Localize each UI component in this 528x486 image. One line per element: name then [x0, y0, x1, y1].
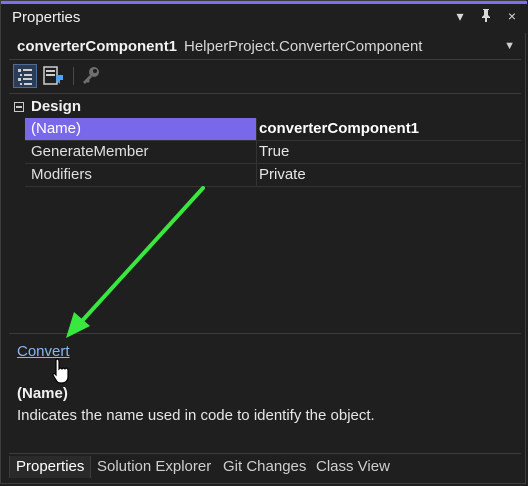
window-title: Properties: [12, 9, 81, 26]
tool-window-tabs: Properties Solution Explorer Git Changes…: [9, 453, 521, 480]
hand-cursor-icon: [52, 358, 69, 384]
title-bar: Properties ▾ ×: [1, 1, 527, 33]
close-icon[interactable]: ×: [505, 8, 519, 25]
description-text: Indicates the name used in code to ident…: [17, 407, 375, 424]
property-value[interactable]: converterComponent1: [259, 118, 521, 140]
column-divider: [256, 118, 257, 140]
column-divider: [256, 164, 257, 186]
pin-icon[interactable]: [479, 8, 493, 25]
properties-panel: Properties ▾ × converterComponent1 Helpe…: [0, 0, 527, 484]
properties-toolbar: [9, 61, 521, 91]
property-grid: Design (Name) converterComponent1 Genera…: [9, 93, 521, 334]
category-label: Design: [31, 98, 82, 115]
object-selector[interactable]: converterComponent1 HelperProject.Conver…: [9, 35, 521, 60]
column-divider: [256, 141, 257, 163]
property-value[interactable]: True: [259, 141, 521, 163]
property-name: Modifiers: [31, 166, 92, 183]
tab-class-view[interactable]: Class View: [316, 456, 390, 478]
category-design[interactable]: Design: [9, 96, 521, 118]
toolbar-separator: [73, 67, 74, 85]
collapse-icon[interactable]: [14, 102, 24, 112]
categorized-icon[interactable]: [13, 64, 37, 88]
tab-git-changes[interactable]: Git Changes: [223, 456, 306, 478]
tab-properties[interactable]: Properties: [9, 456, 92, 478]
object-type: HelperProject.ConverterComponent: [184, 38, 423, 55]
property-row-name[interactable]: (Name) converterComponent1: [25, 118, 521, 141]
property-pages-icon[interactable]: [79, 64, 103, 88]
splitter[interactable]: [9, 333, 521, 334]
object-name: converterComponent1: [17, 38, 178, 55]
property-name: GenerateMember: [31, 143, 149, 160]
property-name: (Name): [25, 118, 256, 140]
description-title: (Name): [17, 385, 68, 402]
property-row-modifiers[interactable]: Modifiers Private: [25, 164, 521, 187]
property-value[interactable]: Private: [259, 164, 521, 186]
window-controls: ▾ ×: [453, 8, 519, 25]
alphabetical-icon[interactable]: [41, 64, 65, 88]
property-row-generatemember[interactable]: GenerateMember True: [25, 141, 521, 164]
dropdown-icon[interactable]: ▾: [453, 8, 467, 25]
tab-solution-explorer[interactable]: Solution Explorer: [97, 456, 211, 478]
chevron-down-icon[interactable]: ▼: [504, 40, 515, 52]
